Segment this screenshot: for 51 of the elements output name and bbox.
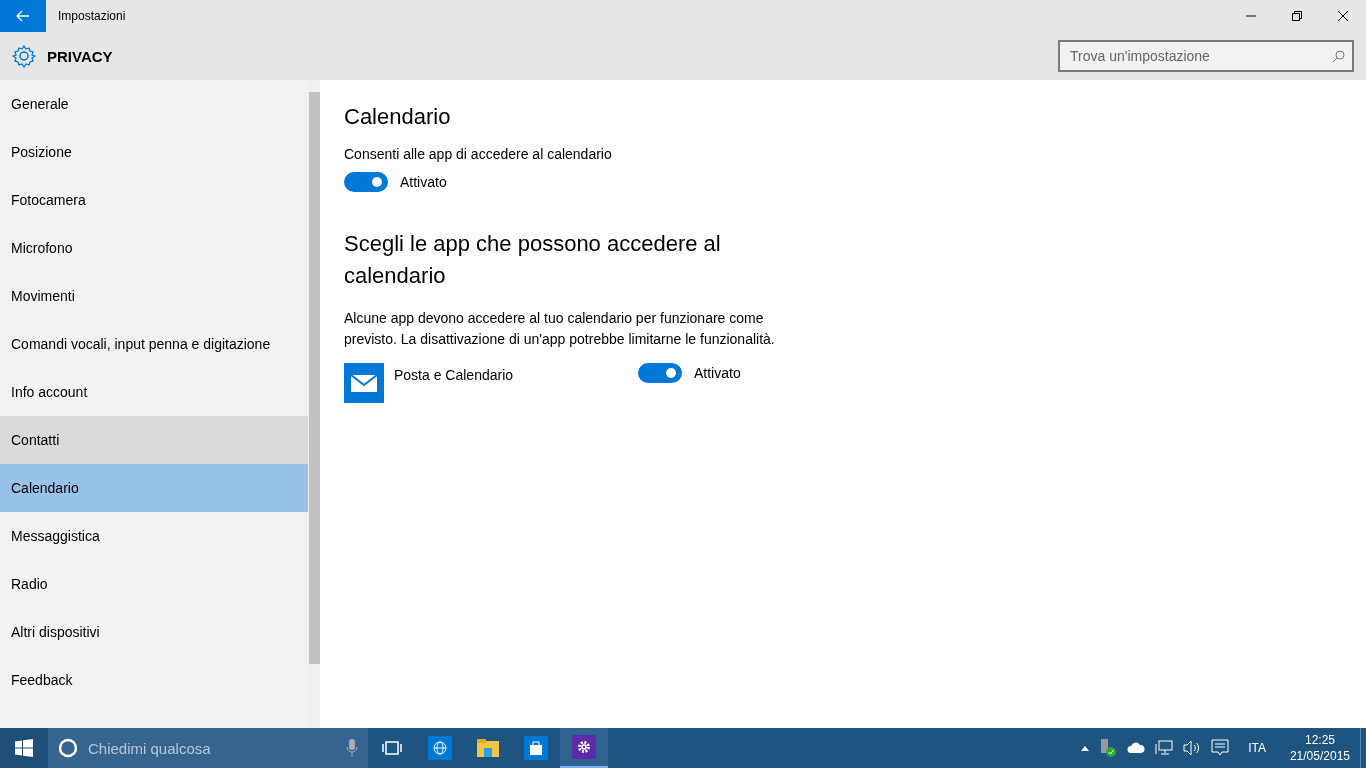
gear-icon bbox=[572, 735, 596, 759]
setting-label: Consenti alle app di accedere al calendario bbox=[344, 146, 613, 162]
section-subtitle: Scegli le app che possono accedere al calendario bbox=[344, 230, 722, 290]
sidebar-item[interactable]: Contatti bbox=[0, 416, 308, 464]
sidebar-item[interactable]: Altri dispositivi bbox=[0, 608, 308, 656]
shopping-bag-icon bbox=[524, 736, 548, 760]
task-view-icon bbox=[382, 741, 402, 755]
search-field[interactable]: Trova un'impostazione bbox=[1058, 40, 1354, 72]
sidebar-item[interactable]: Generale bbox=[0, 80, 308, 128]
speaker-icon[interactable] bbox=[1183, 740, 1202, 756]
sidebar-item[interactable]: Calendario bbox=[0, 464, 308, 512]
restore-icon bbox=[1292, 11, 1302, 21]
sidebar-item[interactable]: Microfono bbox=[0, 224, 308, 272]
back-button[interactable] bbox=[0, 0, 46, 32]
toggle-state: Attivato bbox=[400, 174, 447, 190]
sidebar-item[interactable]: Fotocamera bbox=[0, 176, 308, 224]
settings-icon bbox=[12, 44, 36, 68]
taskbar-search-field[interactable]: Chiedimi qualcosa bbox=[48, 728, 368, 768]
sidebar-item[interactable]: Comandi vocali, input penna e digitazione bbox=[0, 320, 308, 368]
toggle-switch[interactable] bbox=[344, 172, 388, 192]
folder-icon bbox=[477, 739, 499, 757]
start-button[interactable] bbox=[0, 728, 48, 768]
mail-icon bbox=[344, 363, 384, 403]
close-icon bbox=[1338, 11, 1348, 21]
sidebar-item[interactable]: Movimenti bbox=[0, 272, 308, 320]
windows-logo-icon bbox=[15, 739, 33, 757]
settings-taskbar-button[interactable] bbox=[560, 728, 608, 768]
usb-drive-icon[interactable] bbox=[1099, 739, 1118, 757]
app-name: Posta e Calendario bbox=[394, 367, 515, 383]
sidebar-item[interactable]: Info account bbox=[0, 368, 308, 416]
page-title: PRIVACY bbox=[47, 47, 113, 65]
back-arrow-icon bbox=[16, 10, 30, 22]
window-title: Impostazioni bbox=[58, 9, 126, 23]
scrollbar-thumb[interactable] bbox=[309, 92, 320, 664]
microphone-icon bbox=[346, 739, 358, 757]
language-indicator[interactable]: ITA bbox=[1248, 741, 1266, 755]
sidebar-item[interactable]: Feedback bbox=[0, 656, 308, 704]
description-text: Alcune app devono accedere al tuo calendario per funzionare come previsto. La disattivazione di un'app potrebbe limitarne le funzionalità. bbox=[344, 309, 776, 349]
globe-icon bbox=[428, 736, 452, 760]
up-arrow-icon[interactable] bbox=[1081, 745, 1090, 751]
search-icon bbox=[1332, 50, 1345, 63]
section-title: Calendario bbox=[344, 104, 452, 130]
sidebar-item[interactable]: Messaggistica bbox=[0, 512, 308, 560]
sidebar-item[interactable]: Radio bbox=[0, 560, 308, 608]
clock[interactable]: 12:25 21/05/2015 bbox=[1289, 732, 1350, 764]
network-icon[interactable] bbox=[1155, 740, 1174, 756]
cloud-icon[interactable] bbox=[1127, 742, 1146, 754]
sidebar-item[interactable]: Posizione bbox=[0, 128, 308, 176]
notification-icon[interactable] bbox=[1211, 739, 1230, 757]
toggle-switch[interactable] bbox=[638, 363, 682, 383]
toggle-state: Attivato bbox=[694, 365, 741, 381]
